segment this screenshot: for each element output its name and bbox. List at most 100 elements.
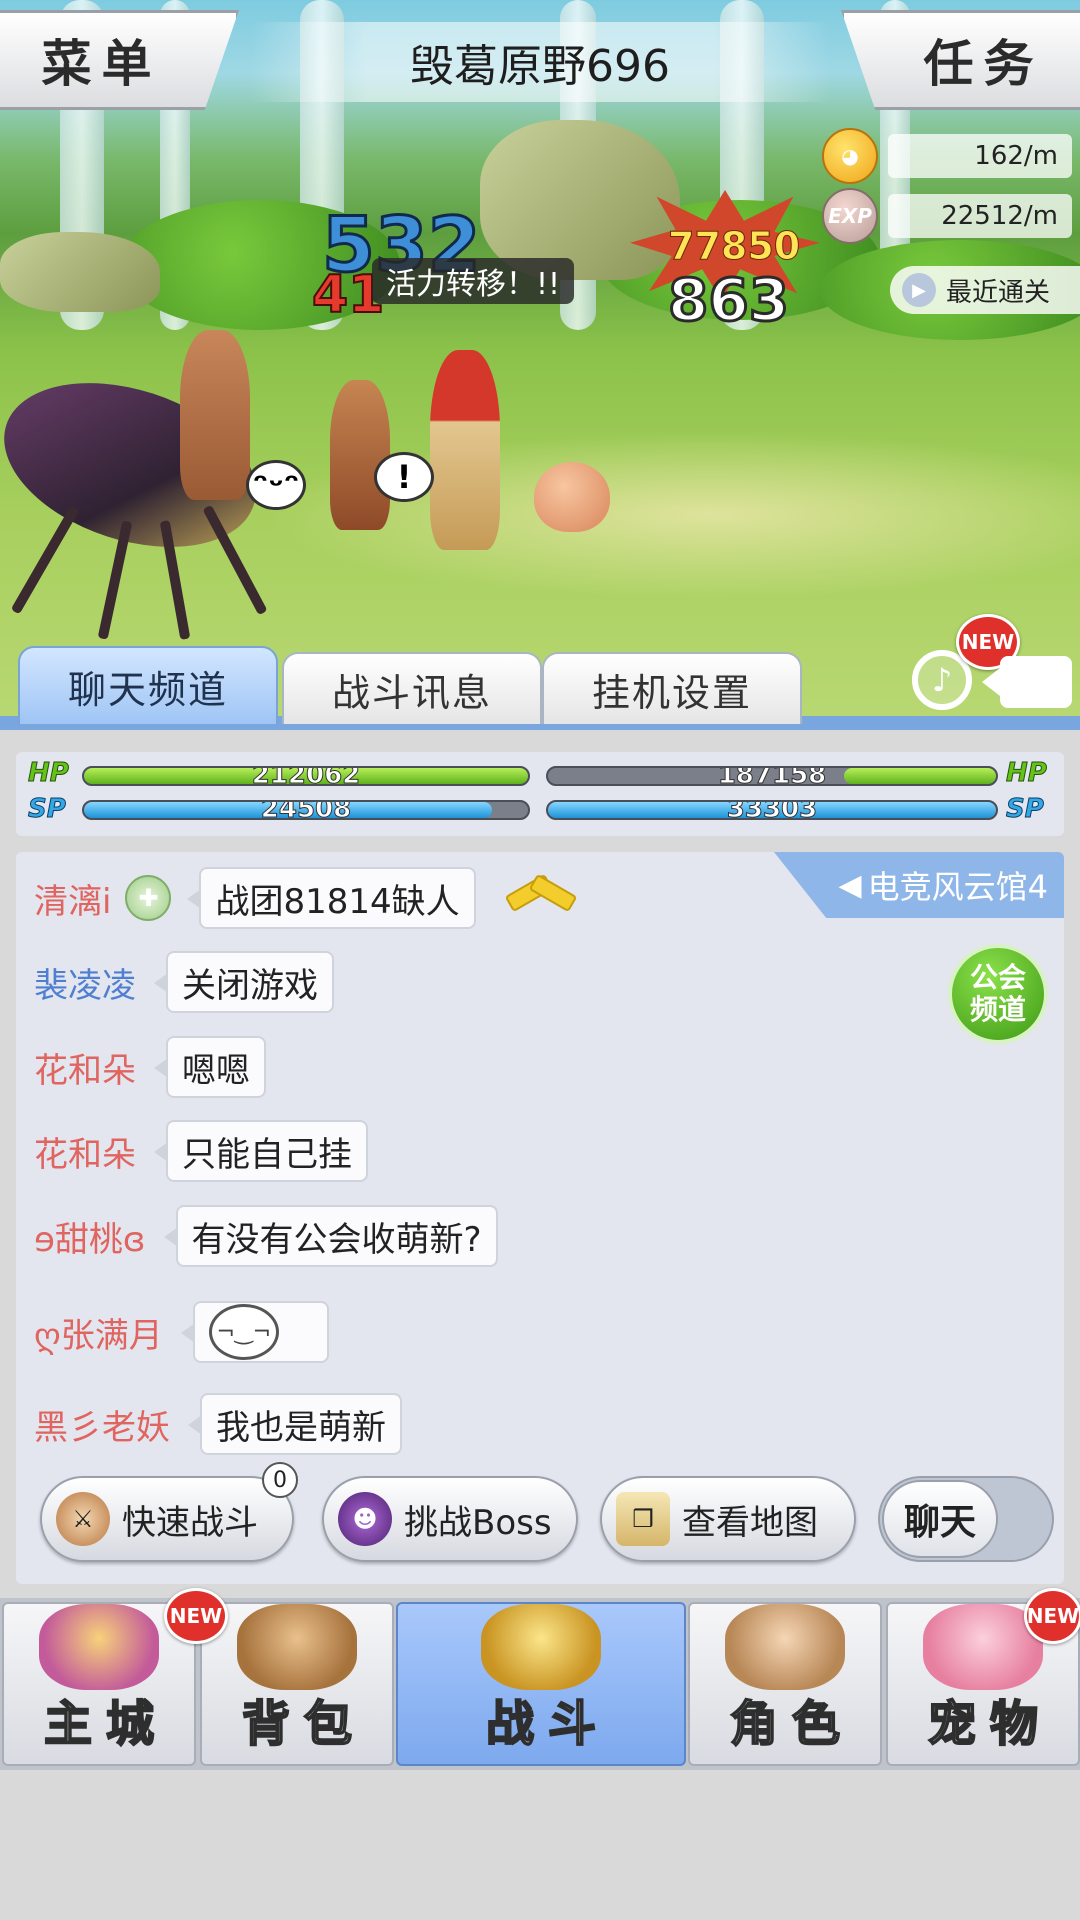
recent-clear-label: 最近通关: [946, 277, 1051, 308]
quick-battle-count: 0: [262, 1462, 298, 1498]
message-text: 只能自己挂: [154, 1120, 368, 1182]
sender-name[interactable]: 花和朵: [16, 1043, 136, 1092]
character-icon: [725, 1604, 845, 1690]
exp-icon: EXP: [822, 188, 878, 244]
message-text: 战团81814缺人: [187, 867, 476, 929]
rider-character: [180, 330, 250, 500]
nav-label: 战斗: [485, 1695, 610, 1753]
sp-label: SP: [28, 794, 67, 825]
backpack-icon: [237, 1604, 357, 1690]
nav-character[interactable]: 角色: [688, 1602, 882, 1766]
scroll-map-icon: ❒: [616, 1492, 670, 1546]
battle-scene: ᵔᵕᵔ ! 532 41 活力转移！!! 77850 863 菜单 毁葛原野69…: [0, 0, 1080, 730]
player-sp-value: 24508: [260, 800, 352, 820]
enemy-hp-value: 187158: [717, 766, 827, 786]
coin-icon: ◕: [822, 128, 878, 184]
exclamation-icon: !: [374, 452, 434, 502]
chat-message: 黑彡老妖 我也是萌新: [16, 1392, 402, 1456]
coin-rate: ◕ 162/m: [822, 128, 1072, 184]
coin-rate-value: 162/m: [888, 134, 1072, 178]
message-text: 嗯嗯: [154, 1036, 266, 1098]
chat-message: 裴凌凌 关闭游戏: [16, 950, 334, 1014]
guild-channel-label: 公会频道: [969, 961, 1026, 1026]
view-map-button[interactable]: ❒ 查看地图: [600, 1476, 856, 1562]
bottom-area: [0, 1770, 1080, 1920]
crossed-swords-icon: [481, 1604, 601, 1690]
nav-label: 背包: [241, 1695, 366, 1753]
nav-label: 主城: [43, 1695, 168, 1753]
emoji-message: ¬‿¬: [180, 1301, 329, 1363]
sender-name[interactable]: 清漓i: [16, 874, 111, 923]
tab-battle-log[interactable]: 战斗讯息: [282, 652, 542, 724]
player-character: [430, 350, 500, 550]
chat-message: 清漓i ✚ 战团81814缺人: [16, 866, 476, 930]
sender-name[interactable]: ɘ甜桃ɞ: [16, 1212, 146, 1261]
chat-toggle-knob: 聊天: [882, 1480, 998, 1558]
skill-label: 活力转移！!!: [372, 258, 575, 304]
chevron-left-icon: ◀: [838, 867, 862, 903]
quick-battle-button[interactable]: ⚔ 快速战斗 0: [40, 1462, 298, 1562]
enemy-sp-label: SP: [1006, 794, 1045, 825]
nav-label: 角色: [729, 1695, 854, 1753]
channel-name: 电竞风云馆4: [867, 868, 1048, 906]
tab-chat-channel[interactable]: 聊天频道: [18, 646, 278, 724]
exp-rate-value: 22512/m: [888, 194, 1072, 238]
view-map-label: 查看地图: [682, 1502, 818, 1543]
menu-button[interactable]: 菜单: [0, 10, 239, 110]
nav-label: 宠物: [927, 1695, 1052, 1753]
damage-number: 863: [666, 265, 790, 336]
message-text: 关闭游戏: [154, 951, 334, 1013]
bottom-nav: 主城 背包 战斗 角色 宠物 NEW NEW: [0, 1588, 1080, 1770]
hp-sp-panel: HP SP 212062 24508 187158 33303 HP SP: [16, 752, 1064, 836]
video-camera-icon[interactable]: [982, 656, 1072, 708]
castle-icon: [39, 1604, 159, 1690]
sender-name[interactable]: 黑彡老妖: [16, 1400, 170, 1449]
player-hp-value: 212062: [251, 766, 361, 786]
challenge-boss-button[interactable]: ☻ 挑战Boss: [322, 1476, 578, 1562]
spider-leg: [10, 505, 80, 615]
channel-switch[interactable]: ◀ 电竞风云馆4: [774, 852, 1064, 918]
enemy-hp-label: HP: [1006, 758, 1048, 789]
recent-clear-button[interactable]: ▶ 最近通关: [890, 266, 1080, 314]
rock: [480, 120, 680, 280]
chat-message: 花和朵 嗯嗯: [16, 1035, 266, 1099]
quick-battle-icon: ⚔: [56, 1492, 110, 1546]
enemy-hp-bar: 187158: [546, 766, 998, 786]
sender-name[interactable]: 裴凌凌: [16, 958, 136, 1007]
rock: [0, 232, 160, 312]
exp-rate: EXP 22512/m: [822, 188, 1072, 244]
poring-pet[interactable]: [534, 462, 610, 532]
chat-toggle[interactable]: 聊天: [878, 1476, 1054, 1562]
sender-name[interactable]: 花和朵: [16, 1127, 136, 1176]
enemy-sp-bar: 33303: [546, 800, 998, 820]
guild-badge-icon: ✚: [125, 875, 172, 921]
quick-battle-label: 快速战斗: [122, 1502, 258, 1543]
sender-name[interactable]: ღ张满月: [16, 1308, 163, 1357]
play-icon: ▶: [902, 273, 936, 307]
chat-panel: ◀ 电竞风云馆4 公会频道 清漓i ✚ 战团81814缺人 裴凌凌 关闭游戏 花…: [16, 852, 1064, 1584]
chat-message: 花和朵 只能自己挂: [16, 1119, 368, 1183]
player-hp-bar: 212062: [82, 766, 530, 786]
nav-backpack[interactable]: 背包: [200, 1602, 394, 1766]
guild-channel-button[interactable]: 公会频道: [948, 944, 1048, 1044]
player-sp-bar: 24508: [82, 800, 530, 820]
damage-number: 77850: [667, 224, 801, 269]
ally-character: [330, 380, 390, 530]
nav-battle[interactable]: 战斗: [396, 1602, 686, 1766]
boss-icon: ☻: [338, 1492, 392, 1546]
message-text: 有没有公会收萌新?: [163, 1205, 498, 1267]
tab-idle-settings[interactable]: 挂机设置: [542, 652, 802, 724]
hp-label: HP: [28, 758, 70, 789]
enemy-sp-value: 33303: [726, 800, 818, 820]
emoji-sticker-icon: ¬‿¬: [208, 1304, 279, 1360]
message-text: 我也是萌新: [188, 1393, 402, 1455]
challenge-boss-label: 挑战Boss: [404, 1502, 552, 1543]
scroll-up-icon[interactable]: [506, 870, 576, 906]
new-badge: NEW: [1024, 1588, 1080, 1644]
chat-message: ღ张满月 ¬‿¬: [16, 1292, 329, 1372]
map-title: 毁葛原野696: [250, 22, 830, 102]
chat-message: ɘ甜桃ɞ 有没有公会收萌新?: [16, 1204, 498, 1268]
emote-face-icon: ᵔᵕᵔ: [246, 460, 306, 510]
new-badge: NEW: [164, 1588, 228, 1644]
task-button[interactable]: 任务: [841, 10, 1080, 110]
